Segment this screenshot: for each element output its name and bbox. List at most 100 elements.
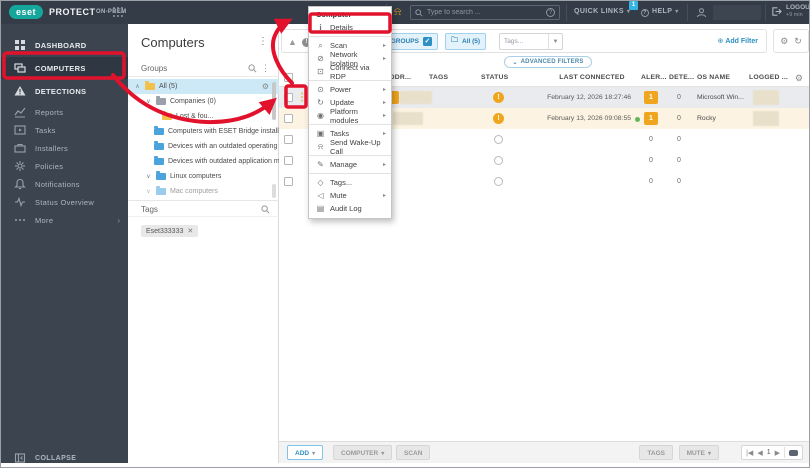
menu-item-details[interactable]: i Details: [309, 21, 391, 34]
chevron-down-icon[interactable]: ▼: [548, 34, 562, 49]
last-connected: February 13, 2026 09:08:55: [547, 115, 631, 122]
bell-icon[interactable]: ⍾: [394, 5, 401, 19]
close-icon[interactable]: ✕: [187, 228, 193, 235]
alerts-count: 0: [649, 136, 653, 143]
menu-item-power[interactable]: ⊙ Power: [309, 83, 391, 96]
row-checkbox[interactable]: [284, 93, 293, 102]
checkbox-checked-icon[interactable]: ✓: [422, 37, 432, 46]
update-badge: 1: [629, 1, 638, 10]
tree-item-mac[interactable]: Mac computers: [128, 184, 279, 199]
chevron-up-icon[interactable]: [134, 83, 141, 90]
menu-item-tags[interactable]: ◇ Tags...: [309, 176, 391, 189]
first-page-icon[interactable]: |◀: [746, 449, 753, 457]
menu-item-manage[interactable]: ✎ Manage: [309, 158, 391, 171]
row-menu-button[interactable]: ⋮: [297, 91, 307, 104]
chevron-down-icon[interactable]: [145, 188, 152, 195]
col-os-name[interactable]: OS NAME: [697, 74, 730, 81]
help-menu[interactable]: ? HELP: [641, 8, 679, 17]
col-status[interactable]: STATUS: [481, 74, 508, 81]
sidebar-item-more[interactable]: More ›: [1, 211, 128, 229]
col-last-connected[interactable]: LAST CONNECTED: [536, 74, 648, 81]
user-icon[interactable]: [696, 7, 707, 18]
scrollbar-thumb[interactable]: [272, 82, 276, 120]
gear-icon[interactable]: ⚙: [262, 82, 269, 91]
logout-button[interactable]: LOGOUT +9 min: [771, 4, 810, 18]
status-warning-icon: !: [493, 92, 504, 103]
wake-up-icon: ⍾: [317, 141, 324, 151]
logout-label: LOGOUT: [786, 4, 810, 11]
prev-page-icon[interactable]: ◀: [757, 449, 762, 457]
sidebar-item-dashboard[interactable]: DASHBOARD: [1, 34, 128, 56]
menu-item-audit-log[interactable]: ▤ Audit Log: [309, 202, 391, 215]
row-checkbox[interactable]: [284, 177, 293, 186]
add-button[interactable]: ADD: [287, 445, 324, 460]
quick-links-menu[interactable]: QUICK LINKS: [574, 8, 630, 15]
col-tags[interactable]: TAGS: [429, 74, 448, 81]
dynamic-group-icon: [154, 126, 164, 135]
status-warning-icon: !: [493, 113, 504, 124]
search-help-icon[interactable]: ?: [546, 8, 555, 17]
sidebar-item-tasks[interactable]: Tasks: [1, 121, 128, 139]
tree-item-outdated-modules[interactable]: Devices with outdated application mo...: [128, 154, 279, 169]
row-checkbox[interactable]: [284, 156, 293, 165]
refresh-icon[interactable]: ↻: [794, 36, 802, 47]
tree-item-companies[interactable]: Companies (0): [128, 94, 279, 109]
menu-item-mute[interactable]: ◁ Mute: [309, 189, 391, 202]
sidebar-item-status-overview[interactable]: Status Overview: [1, 193, 128, 211]
gear-icon[interactable]: ⚙: [795, 73, 803, 84]
sidebar-item-reports[interactable]: Reports: [1, 103, 128, 121]
tags-search-icon[interactable]: [261, 205, 270, 214]
col-logged[interactable]: LOGGED ...: [749, 74, 788, 81]
tags-filter-input[interactable]: [500, 38, 540, 45]
status-empty-icon: [494, 156, 503, 165]
chevron-down-icon[interactable]: [145, 173, 152, 180]
mute-button[interactable]: MUTE: [678, 445, 719, 460]
last-connected: February 12, 2026 18:27:46: [547, 94, 631, 101]
tree-item-outdated-os[interactable]: Devices with an outdated operating sy...: [128, 139, 279, 154]
next-page-icon[interactable]: ▶: [775, 449, 780, 457]
search-input[interactable]: [427, 9, 542, 16]
sidebar-item-policies[interactable]: Policies: [1, 157, 128, 175]
tag-chip[interactable]: Eset333333 ✕: [141, 225, 199, 237]
tree-item-eset-bridge[interactable]: Computers with ESET Bridge installed: [128, 124, 279, 139]
computer-button[interactable]: COMPUTER: [333, 445, 393, 460]
feedback-icon[interactable]: [789, 449, 798, 456]
sidebar-item-installers[interactable]: Installers: [1, 139, 128, 157]
panel-menu-button[interactable]: ⋮: [258, 36, 268, 47]
select-all-checkbox[interactable]: [284, 73, 293, 82]
update-icon: ↻: [317, 98, 324, 107]
global-search[interactable]: ?: [410, 5, 560, 20]
menu-item-connect-rdp[interactable]: ⊡ Connect via RDP: [309, 63, 391, 81]
chevron-down-icon[interactable]: [145, 98, 152, 105]
session-timer: +9 min: [786, 12, 803, 18]
tree-item-lost-found[interactable]: Lost & fou...: [128, 109, 279, 124]
sidebar-item-notifications[interactable]: Notifications: [1, 175, 128, 193]
menu-item-platform-modules[interactable]: ◉ Platform modules: [309, 107, 391, 125]
tags-button[interactable]: TAGS: [639, 445, 673, 460]
groups-search-icon[interactable]: [248, 64, 257, 73]
menu-item-wake-up-call[interactable]: ⍾ Send Wake-Up Call: [309, 138, 391, 156]
tree-item-linux[interactable]: Linux computers: [128, 169, 279, 184]
col-alerts[interactable]: ALER...: [641, 74, 667, 81]
scan-button[interactable]: SCAN: [396, 445, 431, 460]
sidebar-item-detections[interactable]: DETECTIONS: [1, 80, 128, 102]
sidebar-item-computers[interactable]: COMPUTERS: [1, 57, 128, 79]
group-filter-chip[interactable]: 🗀 All (5): [445, 33, 487, 50]
manage-icon: ✎: [317, 160, 324, 169]
warning-filter-icon[interactable]: ▲: [288, 37, 297, 47]
col-detections[interactable]: DETE...: [669, 74, 694, 81]
advanced-filters-button[interactable]: ⌄ ADVANCED FILTERS: [504, 56, 592, 68]
detections-count: 0: [677, 136, 681, 143]
tags-filter[interactable]: ▼: [499, 33, 563, 50]
installers-icon: [14, 143, 26, 153]
collapse-button[interactable]: COLLAPSE: [1, 448, 128, 467]
groups-menu-button[interactable]: ⋮: [261, 63, 270, 74]
add-filter-button[interactable]: ⊕ Add Filter: [717, 37, 758, 45]
tree-item-all[interactable]: All (5) ⚙: [128, 79, 279, 94]
row-checkbox[interactable]: [284, 135, 293, 144]
search-icon: [415, 8, 423, 17]
row-checkbox[interactable]: [284, 114, 293, 123]
scrollbar-thumb[interactable]: [272, 184, 276, 198]
app-grid-icon[interactable]: [113, 7, 124, 18]
gear-icon[interactable]: ⚙: [780, 36, 788, 47]
